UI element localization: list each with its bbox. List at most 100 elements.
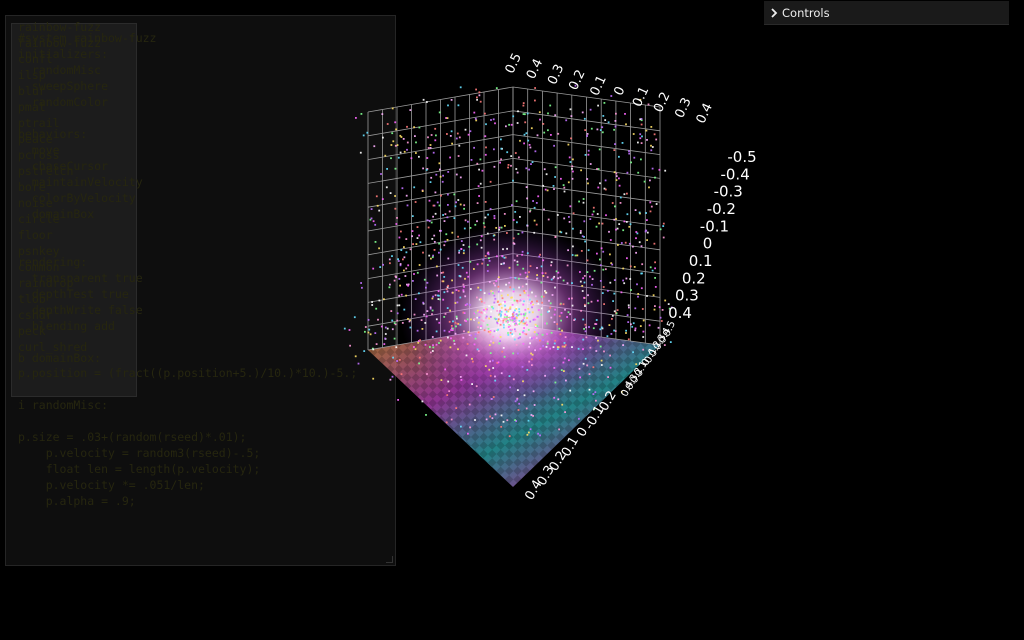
particle (432, 344, 434, 347)
particle (504, 304, 506, 307)
particle (439, 168, 441, 171)
particle (566, 316, 568, 318)
particle (651, 167, 654, 170)
particle (615, 175, 618, 177)
particle (588, 326, 590, 328)
particle (521, 231, 524, 234)
particle (490, 310, 492, 313)
particle (609, 366, 612, 369)
particle (523, 290, 525, 292)
particle (654, 277, 656, 279)
particle (567, 249, 569, 252)
particle (467, 275, 470, 278)
particle (479, 298, 482, 301)
particle (447, 257, 450, 260)
particle (478, 94, 481, 97)
particle (517, 110, 519, 113)
particle (522, 320, 525, 323)
particle (565, 119, 568, 122)
particle (586, 133, 589, 135)
particle (647, 103, 650, 106)
particle (430, 176, 433, 179)
particle (442, 280, 445, 283)
particle (508, 266, 511, 269)
particle (549, 104, 552, 107)
particle (401, 187, 404, 190)
axis-tick-label: -0.5 (727, 148, 756, 166)
particle (461, 266, 464, 269)
particle (367, 331, 370, 334)
particle (595, 225, 598, 228)
particle (648, 324, 651, 327)
particle (409, 109, 412, 111)
particle (540, 295, 543, 298)
particle (443, 244, 446, 247)
particle (511, 328, 513, 331)
axis-tick-label: 0.1 (689, 252, 713, 270)
particle (475, 119, 478, 122)
particle (627, 338, 630, 341)
particle (484, 216, 487, 219)
particle (638, 211, 641, 214)
particle (459, 323, 462, 326)
particle (458, 275, 461, 277)
axis-tick-label: -0.4 (720, 165, 749, 183)
particle (534, 99, 536, 102)
particle (637, 293, 640, 295)
particle (651, 146, 654, 148)
particle (638, 241, 641, 244)
particle (460, 425, 462, 428)
particle (489, 352, 492, 354)
particle (636, 283, 638, 286)
particle (393, 322, 396, 324)
particle (614, 120, 617, 122)
particle (501, 350, 504, 353)
controls-toggle[interactable]: Controls (764, 1, 1009, 25)
particle (582, 318, 585, 321)
particle (504, 323, 507, 326)
particle (438, 251, 440, 254)
particle (533, 404, 536, 406)
particle (559, 276, 562, 279)
particle (625, 332, 627, 334)
particle (613, 171, 616, 174)
particle (614, 143, 616, 145)
particle (488, 257, 490, 260)
particle (596, 299, 599, 302)
particle (484, 255, 487, 257)
particle (494, 379, 497, 382)
particle (620, 291, 623, 294)
particle (429, 306, 432, 309)
particle (475, 88, 477, 91)
particle (451, 329, 454, 331)
particle (497, 361, 500, 364)
particle (501, 316, 504, 319)
particle (459, 86, 462, 89)
particle (595, 399, 597, 402)
particle (557, 271, 560, 274)
particle (580, 309, 582, 312)
particle (587, 153, 590, 156)
particle (571, 167, 573, 170)
particle (587, 149, 590, 152)
particle (578, 367, 581, 370)
particle (394, 275, 397, 278)
particle (459, 376, 462, 378)
particle (382, 263, 384, 266)
particle-canvas[interactable]: 0.50.40.30.20.1 0 0.10.20.30.4-0.5-0.4-0.3… (0, 0, 1024, 640)
particle (626, 171, 629, 174)
particle (632, 322, 635, 325)
particle (360, 113, 363, 115)
particle (407, 284, 409, 287)
particle (587, 249, 590, 252)
particle (489, 180, 492, 183)
particle (623, 220, 626, 223)
particle (571, 304, 574, 307)
particle (463, 249, 465, 252)
particle (439, 248, 442, 251)
particle (553, 396, 556, 399)
particle (526, 197, 528, 200)
particle-visualization[interactable]: 0.5 0.4 0.3 0.2 0.1 0 0.1 0.2 0.3 0.4 -0.5 -0.4 -0.3… (0, 0, 1024, 640)
particle (481, 169, 484, 172)
particle (546, 340, 549, 343)
